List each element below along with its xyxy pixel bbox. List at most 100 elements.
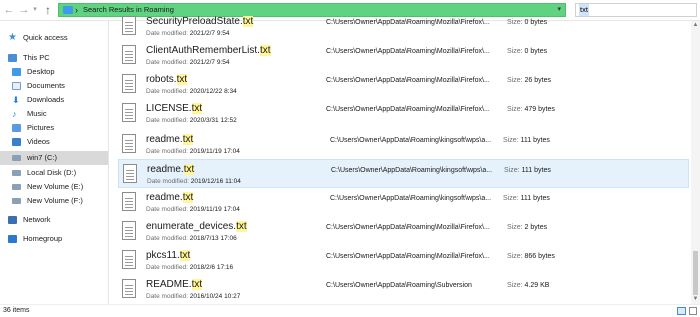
navigation-pane: ★ Quick access This PC Desktop Documents… bbox=[0, 21, 109, 304]
file-row[interactable]: ClientAuthRememberList.txt Date modified… bbox=[118, 41, 689, 70]
details-view-icon[interactable] bbox=[677, 307, 686, 315]
file-name: readme.txt bbox=[147, 164, 195, 175]
file-size: Size: 26 bytes bbox=[507, 77, 551, 84]
sidebar-item-local-disk-d[interactable]: Local Disk (D:) bbox=[12, 166, 106, 180]
videos-icon bbox=[12, 138, 21, 146]
sidebar-item-label: Pictures bbox=[27, 123, 55, 132]
text-file-icon bbox=[122, 250, 136, 269]
sidebar-item-network[interactable]: Network bbox=[8, 213, 106, 227]
sidebar-item-new-volume-f[interactable]: New Volume (F:) bbox=[12, 194, 106, 208]
breadcrumb-separator: › bbox=[75, 5, 78, 15]
sidebar-item-music[interactable]: ♪ Music bbox=[12, 107, 106, 121]
sidebar-item-videos[interactable]: Videos bbox=[12, 135, 106, 149]
search-highlight: txt bbox=[191, 103, 203, 114]
scroll-up-icon[interactable]: ▲ bbox=[692, 22, 699, 29]
star-icon: ★ bbox=[8, 32, 17, 43]
file-row[interactable]: readme.txt Date modified: 2019/11/19 17:… bbox=[118, 188, 689, 217]
file-name: README.txt bbox=[146, 279, 203, 290]
file-path: C:\Users\Owner\AppData\Roaming\kingsoft\… bbox=[330, 137, 492, 144]
file-name: pkcs11.txt bbox=[146, 250, 191, 261]
search-folder-icon bbox=[63, 6, 73, 14]
search-highlight: txt bbox=[242, 16, 254, 27]
drive-icon bbox=[12, 170, 21, 176]
scroll-thumb[interactable] bbox=[693, 251, 698, 295]
file-row-selected[interactable]: readme.txt Date modified: 2019/12/16 11:… bbox=[118, 159, 689, 188]
sidebar-item-win7-c[interactable]: win7 (C:) bbox=[0, 151, 108, 165]
sidebar-item-quick-access[interactable]: ★ Quick access bbox=[8, 31, 106, 45]
file-row[interactable]: robots.txt Date modified: 2020/12/22 8:3… bbox=[118, 70, 689, 99]
sidebar-item-downloads[interactable]: ⬇ Downloads bbox=[12, 93, 106, 107]
file-row[interactable]: pkcs11.txt Date modified: 2018/2/6 17:16… bbox=[118, 246, 689, 275]
scroll-down-icon[interactable]: ▼ bbox=[692, 296, 699, 303]
back-button[interactable]: ← bbox=[2, 3, 16, 17]
sidebar-item-new-volume-e[interactable]: New Volume (E:) bbox=[12, 180, 106, 194]
drive-icon bbox=[12, 184, 21, 190]
file-size: Size: 479 bytes bbox=[507, 106, 555, 113]
item-count: 36 items bbox=[3, 307, 30, 314]
vertical-scrollbar[interactable]: ▲ ▼ bbox=[691, 21, 700, 304]
file-date: Date modified: 2020/3/31 12:52 bbox=[146, 117, 237, 124]
file-date: Date modified: 2018/2/6 17:16 bbox=[146, 264, 234, 271]
sidebar-item-label: Local Disk (D:) bbox=[27, 168, 77, 177]
drive-icon bbox=[12, 198, 21, 204]
recent-locations-button[interactable]: ▾ bbox=[31, 3, 39, 17]
sidebar-item-label: New Volume (E:) bbox=[27, 182, 84, 191]
file-path: C:\Users\Owner\AppData\Roaming\Subversio… bbox=[326, 282, 472, 289]
file-row[interactable]: README.txt Date modified: 2016/10/24 10:… bbox=[118, 275, 689, 304]
file-date: Date modified: 2019/11/19 17:04 bbox=[146, 148, 240, 155]
file-name: LICENSE.txt bbox=[146, 103, 203, 114]
sidebar-item-label: Videos bbox=[27, 137, 50, 146]
desktop-folder-icon bbox=[12, 68, 21, 76]
file-name: enumerate_devices.txt bbox=[146, 221, 247, 232]
file-size: Size: 111 bytes bbox=[503, 137, 550, 144]
file-name: ClientAuthRememberList.txt bbox=[146, 45, 271, 56]
search-highlight: txt bbox=[183, 164, 195, 175]
sidebar-item-label: New Volume (F:) bbox=[27, 196, 83, 205]
sidebar-item-homegroup[interactable]: Homegroup bbox=[8, 232, 106, 246]
download-icon: ⬇ bbox=[12, 95, 20, 105]
file-row[interactable]: LICENSE.txt Date modified: 2020/3/31 12:… bbox=[118, 99, 689, 128]
documents-icon bbox=[12, 82, 21, 90]
file-name: SecurityPreloadState.txt bbox=[146, 16, 254, 27]
search-highlight: txt bbox=[182, 192, 194, 203]
sidebar-item-documents[interactable]: Documents bbox=[12, 79, 106, 93]
search-highlight: txt bbox=[191, 279, 203, 290]
status-bar: 36 items bbox=[0, 304, 700, 317]
file-path: C:\Users\Owner\AppData\Roaming\Mozilla\F… bbox=[326, 77, 490, 84]
file-row[interactable]: enumerate_devices.txt Date modified: 201… bbox=[118, 217, 689, 246]
file-size: Size: 0 bytes bbox=[507, 48, 548, 55]
file-size: Size: 111 bytes bbox=[503, 195, 550, 202]
text-file-icon bbox=[122, 103, 136, 122]
sidebar-item-desktop[interactable]: Desktop bbox=[12, 65, 106, 79]
sidebar-item-label: Downloads bbox=[27, 95, 65, 104]
file-path: C:\Users\Owner\AppData\Roaming\Mozilla\F… bbox=[326, 48, 490, 55]
sidebar-item-label: Documents bbox=[27, 81, 65, 90]
file-date: Date modified: 2018/7/13 17:06 bbox=[146, 235, 237, 242]
sidebar-item-pictures[interactable]: Pictures bbox=[12, 121, 106, 135]
sidebar-item-label: Quick access bbox=[23, 33, 68, 42]
text-file-icon bbox=[122, 221, 136, 240]
file-row[interactable]: readme.txt Date modified: 2019/11/19 17:… bbox=[118, 130, 689, 159]
sidebar-item-label: win7 (C:) bbox=[27, 153, 58, 162]
file-path: C:\Users\Owner\AppData\Roaming\Mozilla\F… bbox=[326, 106, 490, 113]
file-date: Date modified: 2020/12/22 8:34 bbox=[146, 88, 237, 95]
text-file-icon bbox=[122, 279, 136, 298]
homegroup-icon bbox=[8, 235, 17, 243]
file-size: Size: 866 bytes bbox=[507, 253, 555, 260]
sidebar-item-this-pc[interactable]: This PC bbox=[8, 51, 106, 65]
drive-icon bbox=[12, 155, 21, 161]
file-date: Date modified: 2019/12/16 11:04 bbox=[147, 178, 241, 185]
file-row[interactable]: SecurityPreloadState.txt Date modified: … bbox=[118, 12, 689, 41]
search-highlight: txt bbox=[236, 221, 247, 232]
large-icons-view-icon[interactable] bbox=[689, 307, 697, 315]
file-size: Size: 4.29 KB bbox=[507, 282, 550, 289]
network-icon bbox=[8, 216, 17, 224]
forward-button[interactable]: → bbox=[17, 3, 31, 17]
file-date: Date modified: 2016/10/24 10:27 bbox=[146, 293, 241, 300]
file-size: Size: 2 bytes bbox=[507, 224, 548, 231]
up-button[interactable]: ↑ bbox=[41, 3, 55, 17]
sidebar-item-label: Desktop bbox=[27, 67, 55, 76]
file-date: Date modified: 2021/2/7 9:54 bbox=[146, 30, 230, 37]
sidebar-item-label: Homegroup bbox=[23, 234, 63, 243]
text-file-icon bbox=[122, 16, 136, 35]
